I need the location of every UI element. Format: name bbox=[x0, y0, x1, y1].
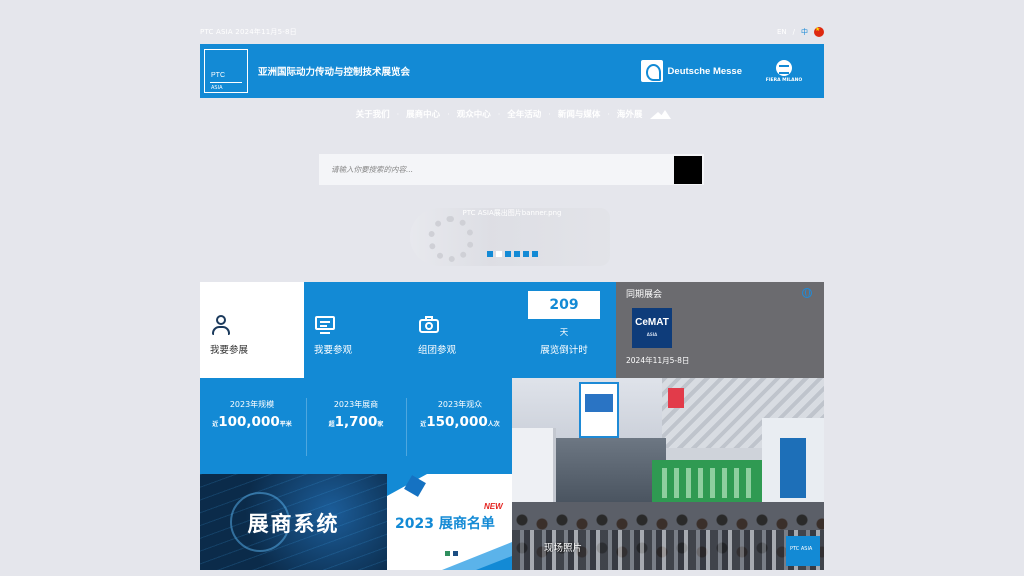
fiera-milano-icon bbox=[776, 59, 792, 76]
globe-icon[interactable] bbox=[802, 288, 812, 298]
ptc-asia-logo[interactable]: PTC ASIA bbox=[204, 49, 248, 93]
list-dots bbox=[445, 551, 458, 556]
banner-dot-active[interactable] bbox=[495, 251, 502, 257]
stat-value: 超1,700家 bbox=[304, 414, 408, 430]
concurrent-show-tile[interactable]: 同期展会 CeMAT ASIA 2024年11月5-8日 bbox=[616, 282, 824, 378]
banner-dot[interactable] bbox=[486, 251, 493, 257]
deutsche-messe-text: Deutsche Messe bbox=[667, 65, 742, 77]
nav-separator: · bbox=[497, 109, 501, 119]
banner-pagination bbox=[200, 251, 824, 257]
fiera-milano-text: FIERA MILANO bbox=[765, 77, 803, 83]
exhibitor-system-label: 展商系统 bbox=[247, 512, 340, 536]
banner-dot[interactable] bbox=[513, 251, 520, 257]
hero-banner[interactable]: PTC ASIA展出图片banner.png bbox=[200, 200, 824, 272]
lang-separator: / bbox=[792, 28, 795, 36]
stat-label: 2023年展商 bbox=[333, 400, 379, 409]
exhibit-tile[interactable]: 我要参展 bbox=[200, 282, 304, 378]
stat-divider bbox=[406, 398, 407, 456]
stat-value: 近100,000平米 bbox=[200, 414, 304, 430]
tile-grid: 我要参展 我要参观 组团参观 209 天 展览倒计时 同期展会 CeMAT AS… bbox=[200, 282, 824, 570]
stat-visitors: 2023年观众 近150,000人次 bbox=[408, 378, 512, 474]
camera-icon bbox=[418, 314, 440, 336]
nav-separator: · bbox=[607, 109, 610, 119]
visit-label: 我要参观 bbox=[314, 345, 353, 356]
stat-exhibitors: 2023年展商 超1,700家 bbox=[304, 378, 408, 474]
cemat-logo-text: CeMAT bbox=[635, 317, 669, 328]
site-title: 亚洲国际动力传动与控制技术展览会 bbox=[258, 67, 411, 78]
nav-visitor-center[interactable]: 观众中心 bbox=[457, 108, 491, 120]
nav-separator: · bbox=[396, 109, 400, 119]
user-icon bbox=[210, 314, 232, 336]
search-input[interactable] bbox=[319, 154, 674, 185]
deutsche-messe-icon bbox=[640, 60, 663, 82]
nav-separator: · bbox=[548, 109, 551, 119]
exhibitor-list-tile[interactable]: NEW 2023 展商名单 bbox=[387, 474, 512, 570]
stat-label: 2023年观众 bbox=[437, 400, 483, 409]
mountain-icon[interactable] bbox=[650, 109, 672, 119]
nav-news-media[interactable]: 新闻与媒体 bbox=[558, 108, 601, 120]
stat-value: 近150,000人次 bbox=[408, 414, 512, 430]
group-visit-tile[interactable]: 组团参观 bbox=[408, 282, 512, 378]
cemat-asia-logo[interactable]: CeMAT ASIA bbox=[632, 308, 672, 348]
exhibitor-list-title: 2023 展商名单 bbox=[395, 516, 495, 532]
logo-divider bbox=[210, 82, 242, 83]
cemat-logo-sub: ASIA bbox=[646, 332, 658, 337]
deutsche-messe-logo[interactable]: Deutsche Messe bbox=[640, 60, 742, 82]
ptc-badge: PTC ASIA bbox=[786, 536, 820, 566]
countdown-label: 展览倒计时 bbox=[540, 345, 588, 356]
stat-unit: 人次 bbox=[487, 421, 500, 428]
lang-en-link[interactable]: EN bbox=[777, 28, 787, 36]
nav-about[interactable]: 关于我们 bbox=[356, 108, 390, 120]
photo-tile[interactable]: PTC ASIA 现场照片 bbox=[512, 378, 824, 570]
search-button[interactable] bbox=[674, 155, 702, 184]
stat-number: 150,000 bbox=[426, 414, 488, 430]
countdown-days: 209 bbox=[528, 291, 600, 319]
logo-sub-text: ASIA bbox=[211, 85, 223, 91]
main-nav: 关于我们 · 展商中心 · 观众中心 · 全年活动 · 新闻与媒体 · 海外展 bbox=[200, 106, 824, 122]
banner-alt-text: PTC ASIA展出图片banner.png bbox=[462, 209, 562, 217]
ptc-badge-text: PTC ASIA bbox=[790, 546, 813, 552]
stat-number: 1,700 bbox=[334, 414, 378, 430]
nav-overseas[interactable]: 海外展 bbox=[617, 108, 643, 120]
concurrent-title: 同期展会 bbox=[626, 290, 663, 300]
new-tag: NEW bbox=[484, 502, 503, 511]
stat-number: 100,000 bbox=[218, 414, 280, 430]
monitor-icon bbox=[314, 314, 336, 336]
language-switcher: EN / 中 bbox=[777, 26, 824, 37]
banner-dot[interactable] bbox=[522, 251, 529, 257]
fiera-milano-logo[interactable]: FIERA MILANO bbox=[764, 59, 804, 83]
stat-scale: 2023年规模 近100,000平米 bbox=[200, 378, 304, 474]
banner-dot[interactable] bbox=[531, 251, 538, 257]
photo-label: 现场照片 bbox=[544, 543, 583, 554]
countdown-unit: 天 bbox=[559, 328, 569, 338]
banner-dot[interactable] bbox=[504, 251, 511, 257]
exhibitor-system-tile[interactable]: 展商系统 bbox=[200, 474, 387, 570]
event-date: PTC ASIA 2024年11月5-8日 bbox=[200, 28, 297, 36]
logo-main-text: PTC bbox=[211, 72, 225, 79]
top-bar: PTC ASIA 2024年11月5-8日 EN / 中 bbox=[200, 26, 824, 38]
stat-unit: 平米 bbox=[279, 421, 292, 428]
nav-annual-events[interactable]: 全年活动 bbox=[507, 108, 541, 120]
nav-separator: · bbox=[447, 109, 450, 119]
site-header: PTC ASIA 亚洲国际动力传动与控制技术展览会 Deutsche Messe… bbox=[200, 44, 824, 98]
nav-exhibitor-center[interactable]: 展商中心 bbox=[406, 108, 440, 120]
search-bar bbox=[319, 154, 704, 185]
china-flag-icon[interactable] bbox=[814, 26, 824, 37]
group-visit-label: 组团参观 bbox=[418, 345, 457, 356]
banner-image: PTC ASIA展出图片banner.png bbox=[200, 200, 824, 272]
stat-label: 2023年规模 bbox=[229, 400, 275, 409]
exhibit-label: 我要参展 bbox=[210, 345, 249, 356]
lang-zh-link[interactable]: 中 bbox=[801, 27, 808, 37]
stats-tile: 2023年规模 近100,000平米 2023年展商 超1,700家 2023年… bbox=[200, 378, 512, 474]
visit-tile[interactable]: 我要参观 bbox=[304, 282, 408, 378]
countdown-tile: 209 天 展览倒计时 bbox=[512, 282, 616, 378]
stat-unit: 家 bbox=[377, 421, 384, 428]
concurrent-date: 2024年11月5-8日 bbox=[626, 356, 690, 365]
